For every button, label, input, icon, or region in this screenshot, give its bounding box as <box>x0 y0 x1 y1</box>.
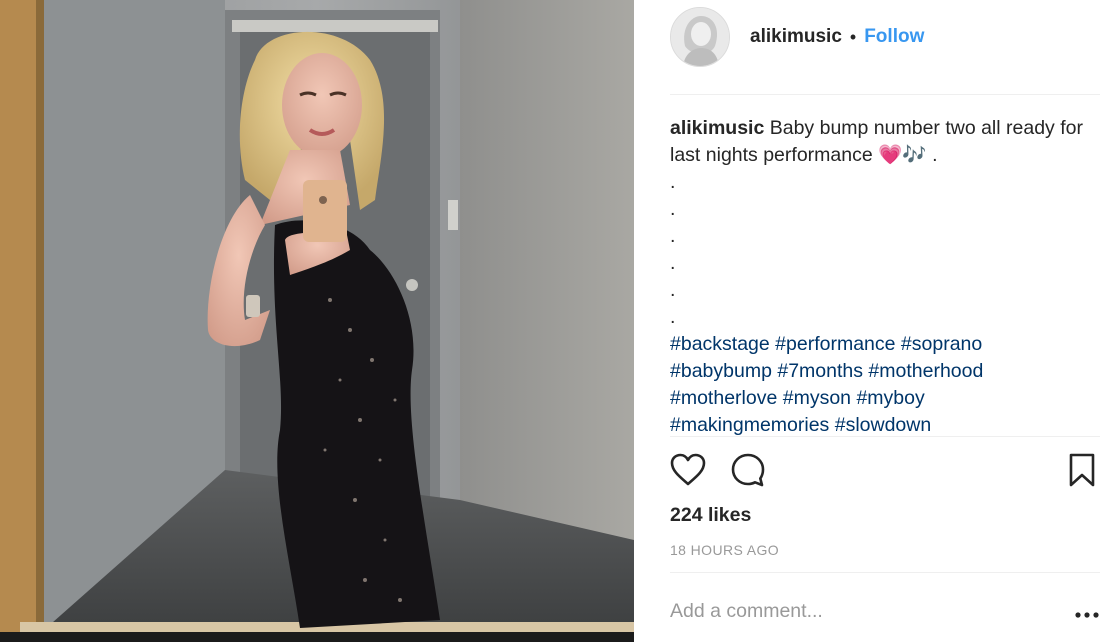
hashtag-link[interactable]: #backstage <box>670 333 770 355</box>
avatar[interactable] <box>670 7 730 67</box>
caption-dot: . <box>670 252 676 274</box>
hashtag-link[interactable]: #myboy <box>856 387 924 409</box>
like-count[interactable]: 224 likes <box>670 504 751 527</box>
follow-button[interactable]: Follow <box>864 26 924 48</box>
avatar-image <box>671 8 729 66</box>
hashtag-link[interactable]: #performance <box>775 333 895 355</box>
comment-button[interactable] <box>728 450 768 490</box>
caption-divider <box>670 436 1100 437</box>
hashtag-link[interactable]: #motherhood <box>868 360 983 382</box>
save-button[interactable] <box>1062 450 1102 490</box>
hashtag-link[interactable]: #babybump <box>670 360 772 382</box>
post-details-panel: alikimusic • Follow alikimusic Baby bump… <box>634 0 1118 642</box>
separator-dot: • <box>849 26 857 47</box>
caption-username-link[interactable]: alikimusic <box>670 117 764 139</box>
hashtag-link[interactable]: #myson <box>783 387 851 409</box>
more-options-button[interactable] <box>1074 602 1100 624</box>
caption-dot: . <box>670 279 676 301</box>
hashtag-link[interactable]: #makingmemories <box>670 414 829 435</box>
caption-dot: . <box>670 198 676 220</box>
hashtag-link[interactable]: #7months <box>777 360 863 382</box>
caption-dot: . <box>670 171 676 193</box>
mirror-selfie-image <box>0 0 634 642</box>
more-options-icon <box>1075 612 1099 618</box>
like-button[interactable] <box>668 450 708 490</box>
caption-dot: . <box>670 225 676 247</box>
bookmark-icon <box>1069 453 1095 487</box>
hashtag-link[interactable]: #slowdown <box>835 414 931 435</box>
post-caption: alikimusic Baby bump number two all read… <box>670 115 1090 435</box>
post-timestamp[interactable]: 18 HOURS AGO <box>670 542 779 558</box>
caption-dots: . . . . . . <box>670 169 1090 331</box>
comment-bubble-icon <box>731 453 765 487</box>
heart-icon <box>670 453 706 486</box>
username-link[interactable]: alikimusic <box>750 26 842 48</box>
comment-input[interactable] <box>670 600 1050 623</box>
hashtag-link[interactable]: #motherlove <box>670 387 777 409</box>
caption-dot: . <box>670 306 676 328</box>
comment-divider <box>670 572 1100 573</box>
post-header: alikimusic • Follow <box>670 6 924 68</box>
action-bar <box>670 450 1100 494</box>
hashtag-link[interactable]: #soprano <box>901 333 982 355</box>
hashtag-list: #backstage #performance #soprano #babybu… <box>670 331 1090 435</box>
post-photo[interactable] <box>0 0 634 642</box>
header-divider <box>670 94 1100 95</box>
